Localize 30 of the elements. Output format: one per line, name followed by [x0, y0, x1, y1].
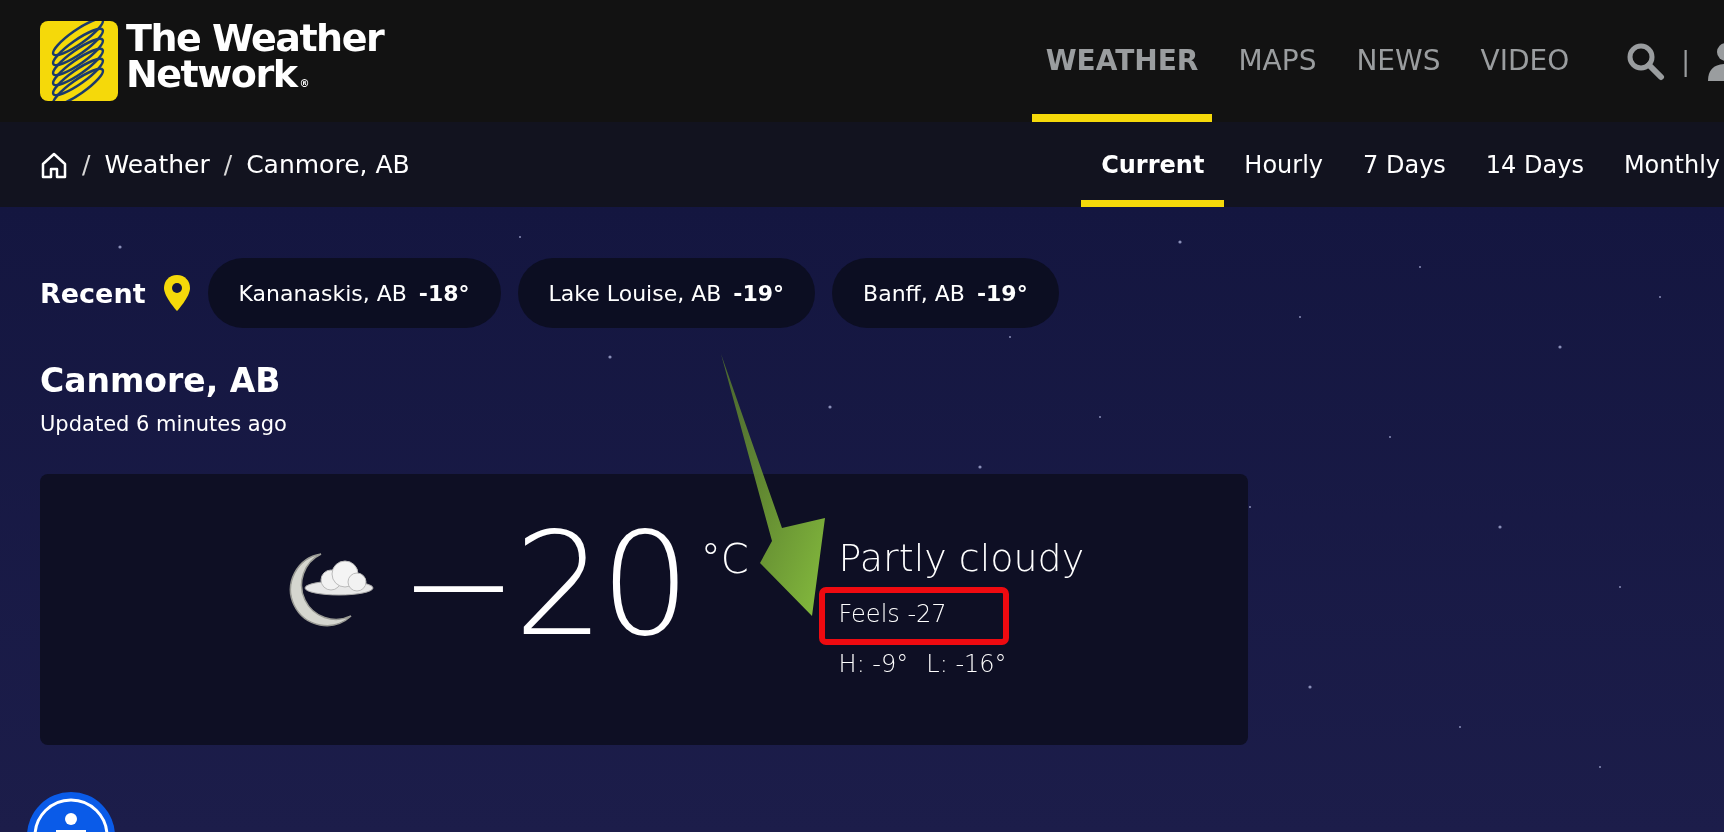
breadcrumb-link[interactable]: Canmore, AB	[246, 150, 410, 179]
location-title: Canmore, AB	[40, 361, 282, 400]
breadcrumb-separator: /	[223, 150, 233, 179]
recent-location-chip[interactable]: Banff, AB -19°	[832, 258, 1059, 328]
forecast-tab[interactable]: 14 Days	[1465, 122, 1604, 207]
recent-location-chip[interactable]: Kananaskis, AB -18°	[207, 258, 501, 328]
recent-label: Recent	[40, 277, 146, 309]
logo-text[interactable]: The Weather Network®	[126, 20, 384, 102]
moon-cloud-icon	[287, 550, 375, 628]
divider: |	[1681, 46, 1690, 76]
high-temperature: H: -9°	[838, 650, 909, 678]
nav-link[interactable]: VIDEO	[1466, 0, 1584, 122]
forecast-tab[interactable]: 7 Days	[1343, 122, 1466, 207]
low-temperature: L: -16°	[926, 650, 1007, 678]
condition-text: Partly cloudy	[838, 536, 1085, 580]
recent-location-chip[interactable]: Lake Louise, AB -19°	[517, 258, 816, 328]
search-icon[interactable]	[1625, 41, 1666, 81]
nav-link[interactable]: MAPS	[1224, 0, 1331, 122]
temperature-value: −20	[399, 514, 687, 656]
temperature-unit: °C	[700, 536, 749, 582]
logo-globe-icon	[40, 21, 118, 101]
breadcrumb-link[interactable]: Weather	[104, 150, 210, 179]
updated-text: Updated 6 minutes ago	[40, 412, 288, 436]
home-icon[interactable]	[40, 150, 68, 179]
forecast-tab[interactable]: Hourly	[1224, 122, 1344, 207]
nav-link[interactable]: NEWS	[1342, 0, 1455, 122]
location-pin-icon	[162, 274, 191, 312]
feels-like-text: Feels -27	[838, 600, 948, 628]
breadcrumb-separator: /	[82, 150, 91, 179]
forecast-tab[interactable]: Monthly	[1603, 122, 1724, 207]
